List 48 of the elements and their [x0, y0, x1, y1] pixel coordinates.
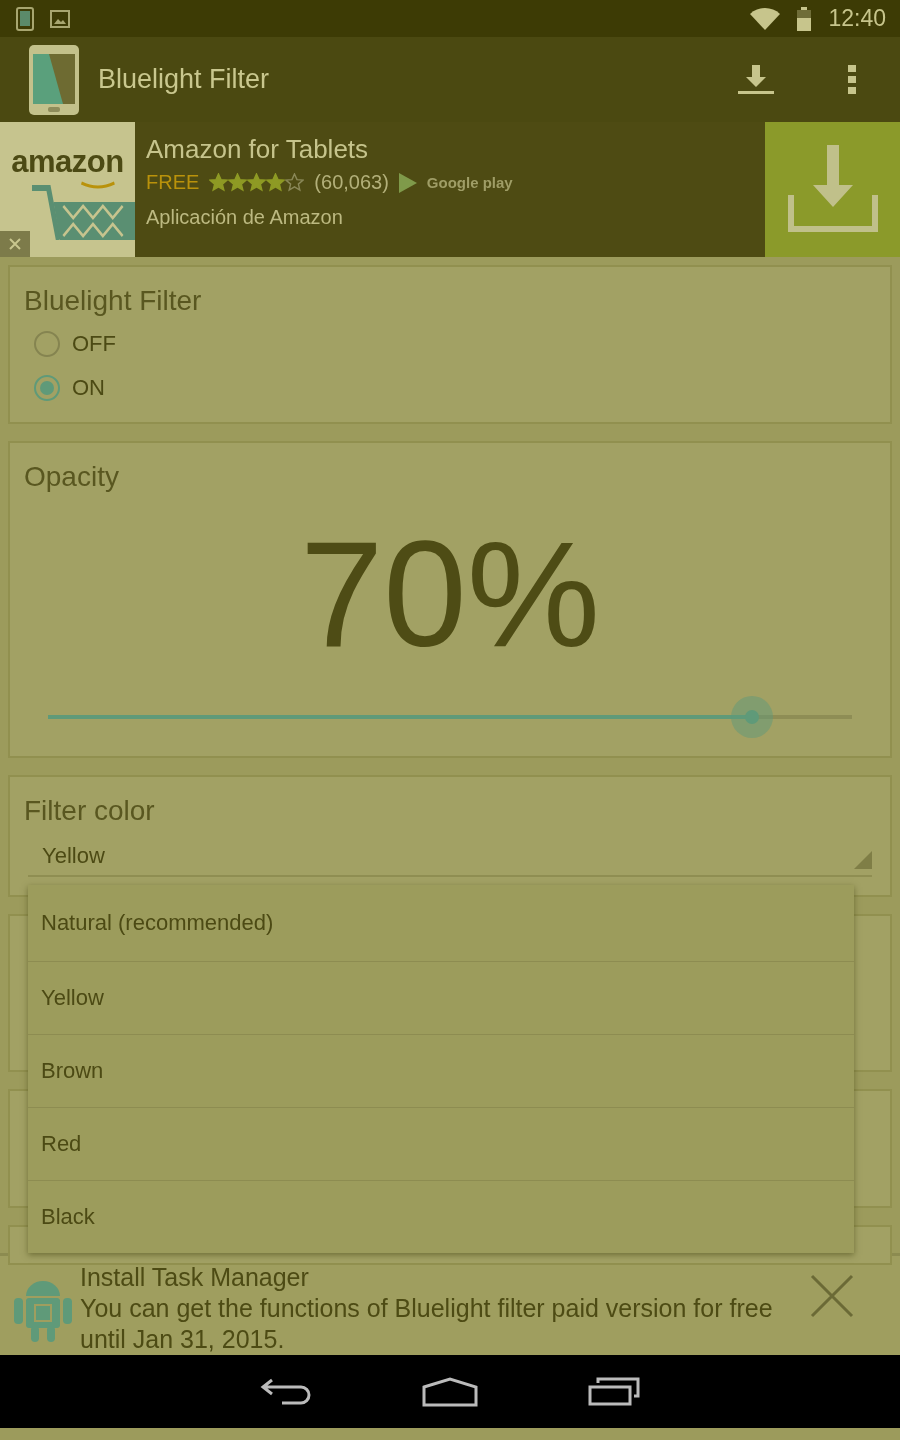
download-icon [738, 64, 774, 95]
image-icon [50, 9, 70, 28]
wifi-icon [750, 7, 781, 30]
star-icon [209, 173, 229, 192]
recents-button[interactable] [588, 1376, 640, 1407]
star-icon [266, 173, 286, 192]
card-title: Filter color [24, 794, 156, 827]
star-icon [285, 173, 305, 192]
corner-icon [854, 850, 872, 869]
color-dropdown[interactable]: Yellow [28, 842, 872, 877]
menu-item[interactable]: Yellow [28, 961, 854, 1034]
app-title: Bluelight Filter [98, 64, 271, 95]
star-icon [228, 173, 248, 192]
recents-icon [588, 1376, 640, 1407]
review-count: (60,063) [314, 171, 389, 194]
back-icon [260, 1376, 312, 1407]
logo-text: amazon [11, 144, 124, 180]
ad-subtitle: Aplicación de Amazon [146, 206, 344, 229]
card-title: Bluelight Filter [24, 285, 203, 317]
ad-title: Amazon for Tablets [146, 134, 370, 165]
menu-item[interactable]: Natural (recommended) [28, 885, 854, 961]
home-icon [422, 1376, 478, 1407]
close-icon [9, 238, 21, 250]
menu-item[interactable]: Red [28, 1107, 854, 1180]
store-name: Google play [426, 174, 513, 191]
play-icon [398, 172, 417, 193]
star-icon [247, 173, 267, 192]
back-button[interactable] [260, 1376, 312, 1407]
phone-icon [16, 6, 34, 31]
menu-item[interactable]: Brown [28, 1034, 854, 1107]
home-button[interactable] [422, 1376, 478, 1407]
opacity-slider[interactable] [48, 695, 852, 738]
notification-text: Install Task Manager You can get the functions of Bluelight filter paid version for free until Jan 31, 2015. [80, 1262, 774, 1355]
battery-icon [796, 6, 813, 31]
card-title: Opacity [24, 460, 120, 493]
app-icon [28, 43, 80, 116]
opacity-value: 70% [298, 518, 602, 669]
radio-option[interactable]: ON [34, 375, 876, 401]
ad-logo[interactable]: amazon [0, 122, 135, 257]
price-label: FREE [146, 171, 200, 194]
menu-item[interactable]: Black [28, 1180, 854, 1253]
radio-option[interactable]: OFF [34, 331, 876, 357]
download-icon [787, 144, 878, 235]
clock-time: 12:40 [828, 5, 886, 32]
close-icon [810, 1274, 854, 1318]
more-icon [848, 64, 856, 95]
slider-thumb[interactable] [730, 695, 773, 738]
close-button[interactable] [0, 231, 30, 257]
